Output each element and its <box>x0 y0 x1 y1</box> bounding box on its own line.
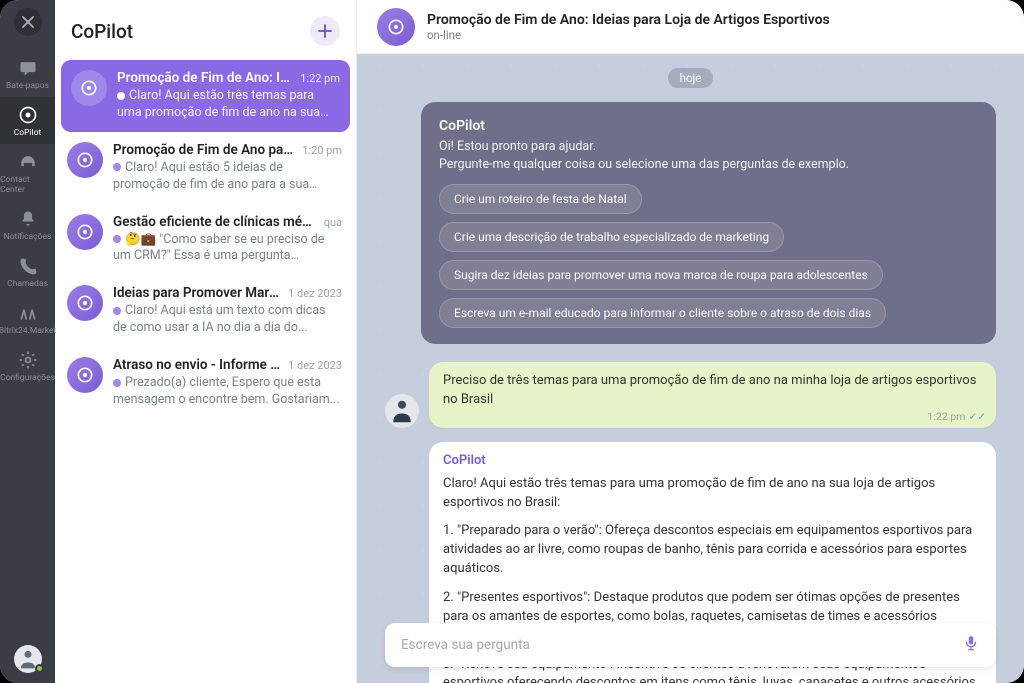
chat-icon <box>18 58 38 78</box>
conversation-time: 1:20 pm <box>302 144 342 157</box>
copilot-avatar-icon <box>67 285 103 321</box>
message-paragraph: 1. "Preparado para o verão": Ofereça des… <box>443 522 982 579</box>
conversation-title: Promoção de Fim de Ano: Ideias p... <box>117 70 294 86</box>
conversation-preview: Claro! Aqui estão 5 ideias de promoção d… <box>113 160 342 194</box>
nav-item-copilot[interactable]: CoPilot <box>0 97 55 144</box>
phone-icon <box>18 256 38 276</box>
voice-input-button[interactable] <box>958 630 984 660</box>
conversation-time: 1 dez 2023 <box>288 287 342 300</box>
copilot-avatar-icon <box>71 70 107 106</box>
message-sender: CoPilot <box>443 452 982 471</box>
headset-icon <box>18 152 38 172</box>
conversation-item[interactable]: Promoção de Fim de Ano para Loja... 1:20 … <box>55 132 356 204</box>
conversation-item[interactable]: Atraso no envio - Informe ao cli... 1 dez… <box>55 347 356 419</box>
status-online-dot <box>35 664 44 673</box>
date-separator: hoje <box>668 68 714 88</box>
bell-icon <box>18 209 38 229</box>
chat-title: Promoção de Fim de Ano: Ideias para Loja… <box>427 12 830 28</box>
message-row-user: Preciso de três temas para uma promoção … <box>385 362 996 428</box>
conversation-item[interactable]: Ideias para Promover Marca Teen 1 dez 202… <box>55 275 356 347</box>
copilot-avatar-icon <box>67 142 103 178</box>
nav-item-label: Bate-papos <box>6 81 49 91</box>
conversation-time: 1 dez 2023 <box>288 359 342 372</box>
conversation-title: Gestão eficiente de clínicas médicas ... <box>113 214 318 230</box>
conversation-time: 1:22 pm <box>300 72 340 85</box>
new-chat-button[interactable] <box>310 16 340 46</box>
copilot-avatar-icon <box>67 357 103 393</box>
nav-item-market[interactable]: Bitrix24.Market <box>0 295 55 342</box>
conversation-title: Atraso no envio - Informe ao cli... <box>113 357 282 373</box>
close-button[interactable] <box>14 8 42 36</box>
conversation-preview: 🤔💼 "Como saber se eu preciso de um CRM?"… <box>113 232 342 266</box>
intro-text: Oi! Estou pronto para ajudar. Pergunte-m… <box>439 138 978 174</box>
conversation-preview: Prezado(a) cliente, Espero que esta mens… <box>113 375 342 409</box>
conversation-preview: Claro! Aqui está um texto com dicas de c… <box>113 303 342 337</box>
copilot-avatar-icon <box>67 214 103 250</box>
message-time: 1:22 pm <box>927 409 965 424</box>
suggestion-chip[interactable]: Crie um roteiro de festa de Natal <box>439 184 642 214</box>
conversation-title: Ideias para Promover Marca Teen <box>113 285 282 301</box>
nav-item-chats[interactable]: Bate-papos <box>0 50 55 97</box>
nav-item-settings[interactable]: Configurações <box>0 342 55 389</box>
suggestion-chip[interactable]: Crie uma descrição de trabalho especiali… <box>439 222 784 252</box>
message-text: Preciso de três temas para uma promoção … <box>443 373 976 407</box>
conversation-title: Promoção de Fim de Ano para Loja... <box>113 142 296 158</box>
message-paragraph: Claro! Aqui estão três temas para uma pr… <box>443 475 982 513</box>
user-avatar-button[interactable] <box>14 645 42 673</box>
message-scroll-area[interactable]: hoje CoPilot Oi! Estou pronto para ajuda… <box>357 54 1024 683</box>
intro-title: CoPilot <box>439 118 978 134</box>
nav-item-contact-center[interactable]: Contact Center <box>0 144 55 201</box>
chat-status: on-line <box>427 28 830 42</box>
nav-item-label: Contact Center <box>0 175 55 195</box>
chat-area: Promoção de Fim de Ano: Ideias para Loja… <box>357 0 1024 683</box>
conversation-list: CoPilot Promoção de Fim de Ano: Ideias p… <box>55 0 357 683</box>
suggestion-chip[interactable]: Sugira dez ideias para promover uma nova… <box>439 260 883 290</box>
nav-item-label: CoPilot <box>14 128 42 138</box>
conversation-time: qua <box>324 216 342 229</box>
gear-icon <box>18 350 38 370</box>
conversation-item[interactable]: Promoção de Fim de Ano: Ideias p... 1:22 … <box>61 60 350 132</box>
nav-item-label: Chamadas <box>7 279 48 289</box>
nav-item-notifications[interactable]: Notificações <box>0 201 55 248</box>
nav-item-calls[interactable]: Chamadas <box>0 248 55 295</box>
list-title: CoPilot <box>71 20 133 43</box>
intro-card: CoPilot Oi! Estou pronto para ajudar. Pe… <box>421 102 996 344</box>
microphone-icon <box>962 634 980 652</box>
conversation-preview: Claro! Aqui estão três temas para uma pr… <box>117 88 340 122</box>
conversation-item[interactable]: Gestão eficiente de clínicas médicas ...… <box>55 204 356 276</box>
copilot-icon <box>18 105 38 125</box>
user-message-bubble: Preciso de três temas para uma promoção … <box>429 362 996 428</box>
copilot-avatar-icon <box>377 8 415 46</box>
nav-item-label: Notificações <box>4 232 52 242</box>
chat-input-bar <box>385 623 996 667</box>
user-avatar <box>385 394 419 428</box>
nav-item-label: Configurações <box>0 373 55 383</box>
market-icon <box>18 303 38 323</box>
suggestion-chip[interactable]: Escreva um e-mail educado para informar … <box>439 298 886 328</box>
read-checks-icon: ✓✓ <box>968 409 986 424</box>
message-input[interactable] <box>401 637 958 653</box>
nav-item-label: Bitrix24.Market <box>0 326 56 336</box>
chat-header: Promoção de Fim de Ano: Ideias para Loja… <box>357 0 1024 54</box>
nav-rail: Bate-papos CoPilot Contact Center Notifi… <box>0 0 55 683</box>
